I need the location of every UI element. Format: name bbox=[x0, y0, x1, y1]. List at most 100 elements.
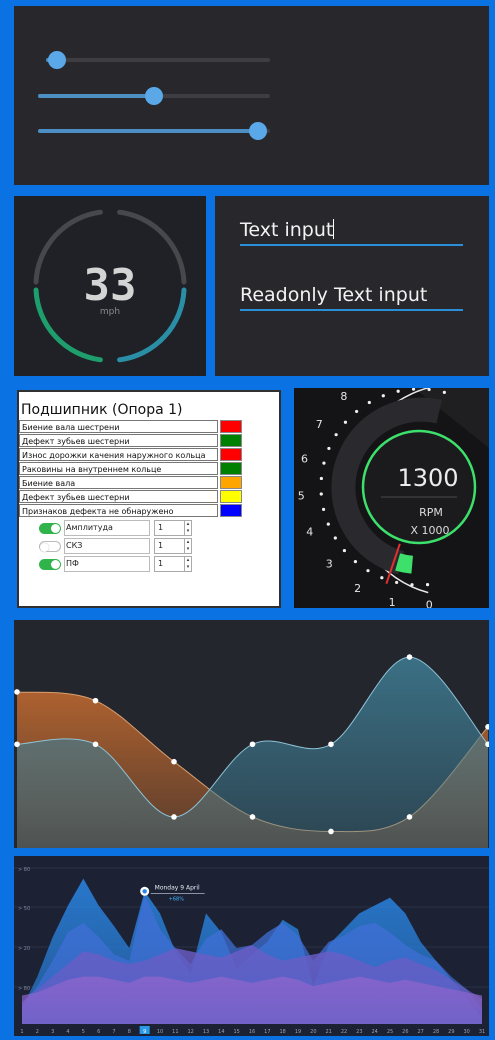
defect-status-swatch bbox=[220, 448, 242, 461]
x-tick-label[interactable]: 9 bbox=[143, 1029, 146, 1035]
metric-toggle[interactable] bbox=[39, 523, 61, 534]
x-tick-label[interactable]: 12 bbox=[187, 1029, 193, 1035]
tacho-scale-label: 0 bbox=[426, 599, 433, 608]
data-point[interactable] bbox=[14, 741, 20, 748]
spin-arrows-icon[interactable]: ▴ ▾ bbox=[184, 521, 191, 535]
x-tick-label[interactable]: 4 bbox=[66, 1029, 69, 1035]
x-tick-label[interactable]: 7 bbox=[112, 1029, 115, 1035]
x-tick-label[interactable]: 25 bbox=[387, 1029, 393, 1035]
metric-toggle[interactable] bbox=[39, 559, 61, 570]
metric-label: СКЗ bbox=[64, 538, 150, 554]
x-tick-label[interactable]: 18 bbox=[279, 1029, 285, 1035]
defect-label: Износ дорожки качения наружного кольца bbox=[19, 448, 218, 461]
tacho-tick bbox=[327, 446, 331, 451]
x-tick-label[interactable]: 5 bbox=[82, 1029, 85, 1035]
tacho-tick bbox=[321, 507, 326, 511]
x-tick-label[interactable]: 21 bbox=[325, 1029, 331, 1035]
data-point[interactable] bbox=[92, 697, 99, 704]
spinbox-value: 1 bbox=[158, 523, 164, 532]
readonly-text-input: Readonly Text input bbox=[240, 284, 463, 311]
x-tick-label[interactable]: 22 bbox=[341, 1029, 347, 1035]
defect-status-swatch bbox=[220, 490, 242, 503]
metric-spinbox[interactable]: 1 ▴ ▾ bbox=[154, 556, 192, 572]
toggle-knob bbox=[40, 543, 49, 552]
text-input[interactable]: Text input bbox=[240, 219, 463, 246]
tacho-tick bbox=[411, 388, 416, 391]
x-tick-label[interactable]: 23 bbox=[356, 1029, 362, 1035]
slider-1-handle[interactable] bbox=[48, 51, 67, 69]
data-point[interactable] bbox=[249, 814, 256, 820]
x-tick-label[interactable]: 10 bbox=[157, 1029, 163, 1035]
tacho-tick bbox=[442, 390, 446, 394]
tooltip-value: +68% bbox=[169, 896, 185, 902]
x-tick-label[interactable]: 15 bbox=[233, 1029, 239, 1035]
defect-label: Раковины на внутреннем кольце bbox=[19, 462, 218, 475]
x-tick-label[interactable]: 2 bbox=[36, 1029, 39, 1035]
bearing-panel: Подшипник (Опора 1) Биение вала шестрени… bbox=[17, 390, 281, 608]
slider-3-handle[interactable] bbox=[249, 122, 268, 140]
metric-label: Амплитуда bbox=[64, 520, 150, 536]
tacho-tick bbox=[427, 388, 431, 392]
defect-status-swatch bbox=[220, 420, 242, 433]
metric-toggle[interactable] bbox=[39, 541, 61, 552]
stacked-area-series bbox=[22, 976, 482, 1024]
data-point[interactable] bbox=[328, 828, 334, 835]
data-point[interactable] bbox=[249, 741, 256, 748]
data-point[interactable] bbox=[406, 814, 413, 820]
defect-label: Дефект зубьев шестерни bbox=[19, 490, 218, 503]
stacked-area-chart-panel: > 80 > 50 > 20 > 80 1 2 3 4 5 6 7 8 9 10 11 12 13 14 15 16 1… bbox=[14, 856, 489, 1036]
x-tick-label[interactable]: 19 bbox=[295, 1029, 301, 1035]
data-point[interactable] bbox=[14, 689, 20, 695]
x-tick-label[interactable]: 8 bbox=[128, 1029, 131, 1035]
text-input-value: Text input bbox=[240, 219, 334, 241]
tacho-tick bbox=[381, 394, 385, 398]
defect-label: Дефект зубьев шестерни bbox=[19, 434, 218, 447]
data-point[interactable] bbox=[92, 741, 99, 748]
x-tick-label[interactable]: 28 bbox=[433, 1029, 439, 1035]
x-tick-label[interactable]: 31 bbox=[479, 1029, 485, 1035]
x-tick-label[interactable]: 14 bbox=[218, 1029, 224, 1035]
data-point[interactable] bbox=[328, 741, 334, 748]
x-tick-label[interactable]: 6 bbox=[97, 1029, 100, 1035]
defect-status-swatch bbox=[220, 476, 242, 489]
y-tick-label: > 80 bbox=[18, 986, 30, 992]
x-tick-label[interactable]: 3 bbox=[51, 1029, 54, 1035]
spinbox-value: 1 bbox=[158, 541, 164, 550]
spin-arrows-icon[interactable]: ▴ ▾ bbox=[184, 557, 191, 571]
x-tick-label[interactable]: 11 bbox=[172, 1029, 178, 1035]
x-tick-label[interactable]: 30 bbox=[463, 1029, 469, 1035]
slider-2-fill bbox=[38, 94, 154, 98]
slider-3[interactable] bbox=[38, 122, 270, 140]
x-tick-label[interactable]: 17 bbox=[264, 1029, 270, 1035]
x-tick-label[interactable]: 27 bbox=[417, 1029, 423, 1035]
x-tick-label[interactable]: 26 bbox=[402, 1029, 408, 1035]
tacho-value: 1300 bbox=[397, 464, 458, 492]
data-point[interactable] bbox=[171, 758, 177, 765]
x-tick-label[interactable]: 1 bbox=[20, 1029, 23, 1035]
defect-label: Признаков дефекта не обнаружено bbox=[19, 504, 218, 517]
metric-spinbox[interactable]: 1 ▴ ▾ bbox=[154, 538, 192, 554]
slider-1[interactable] bbox=[46, 51, 270, 69]
tachometer: 01234567891011 1300 RPM X 1000 bbox=[298, 388, 489, 608]
x-tick-label[interactable]: 20 bbox=[310, 1029, 316, 1035]
tacho-tick bbox=[353, 559, 358, 564]
spin-arrows-icon[interactable]: ▴ ▾ bbox=[184, 539, 191, 553]
x-tick-label[interactable]: 24 bbox=[371, 1029, 377, 1035]
x-tick-label[interactable]: 13 bbox=[203, 1029, 209, 1035]
metric-spinbox[interactable]: 1 ▴ ▾ bbox=[154, 520, 192, 536]
defect-status-swatch bbox=[220, 462, 242, 475]
tooltip-title: Monday 9 April bbox=[155, 884, 200, 891]
x-tick-label[interactable]: 29 bbox=[448, 1029, 454, 1035]
data-point[interactable] bbox=[171, 814, 177, 820]
data-point[interactable] bbox=[406, 654, 413, 660]
tacho-tick bbox=[326, 522, 330, 526]
speed-value: 33 bbox=[84, 260, 137, 311]
tacho-scale-label: 7 bbox=[316, 418, 323, 431]
bearing-title: Подшипник (Опора 1) bbox=[21, 402, 183, 418]
area-chart-panel bbox=[14, 620, 491, 848]
x-tick-label[interactable]: 16 bbox=[249, 1029, 255, 1035]
metric-label: ПФ bbox=[64, 556, 150, 572]
slider-2[interactable] bbox=[38, 87, 270, 105]
tacho-scale-label: 1 bbox=[389, 596, 396, 608]
slider-2-handle[interactable] bbox=[145, 87, 163, 105]
